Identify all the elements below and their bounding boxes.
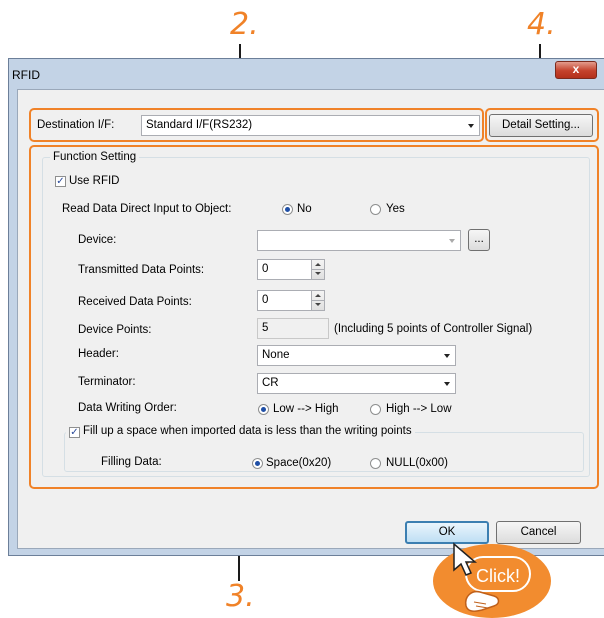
callout-3: 3. (226, 579, 255, 614)
window-title: RFID (12, 68, 40, 82)
callout-4: 4. (527, 7, 556, 42)
callout-2: 2. (230, 7, 259, 42)
highlight-destination (29, 108, 484, 142)
highlight-function-setting (29, 145, 599, 489)
close-icon: x (572, 62, 580, 76)
highlight-detail-setting (485, 108, 599, 142)
title-bar: RFID x (9, 59, 604, 89)
close-button[interactable]: x (555, 61, 597, 79)
cancel-label: Cancel (520, 526, 557, 538)
ok-label: OK (438, 526, 456, 538)
pointer-arrow-icon (453, 542, 478, 576)
cancel-button[interactable]: Cancel (496, 521, 581, 544)
hand-cursor-icon (464, 590, 500, 612)
